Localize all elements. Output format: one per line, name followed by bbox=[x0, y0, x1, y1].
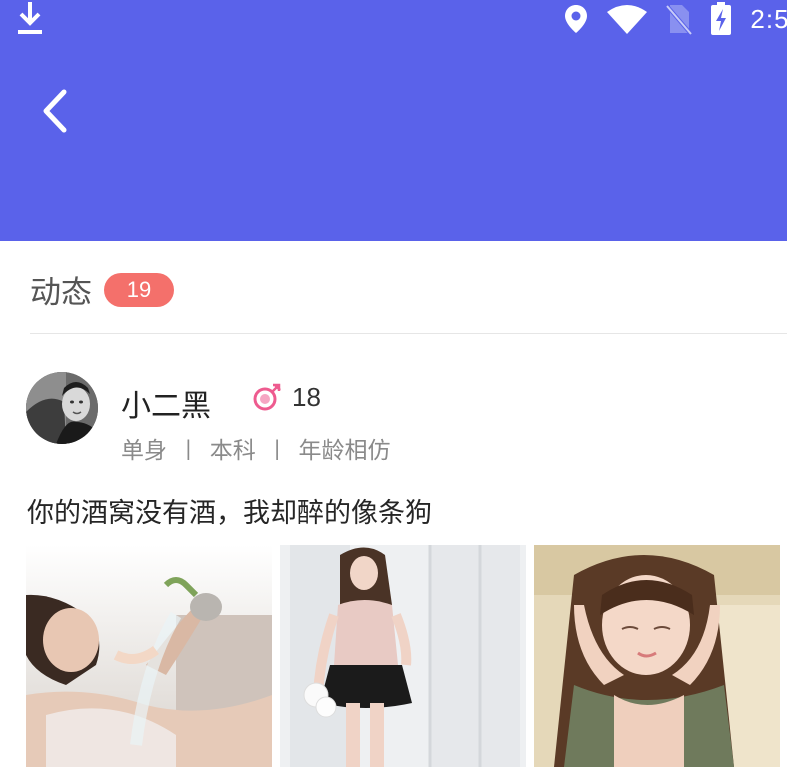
feed-section: 动态 19 小二黑 18 单身 | 本科 | 年龄相仿 你的酒窝没有酒，我却醉的… bbox=[0, 241, 787, 767]
pink-gender-icon bbox=[253, 383, 281, 411]
photo-woman-hands-face bbox=[534, 545, 780, 767]
chevron-left-icon bbox=[43, 89, 67, 133]
section-title: 动态 bbox=[30, 275, 92, 311]
user-tags: 单身 | 本科 | 年龄相仿 bbox=[121, 431, 391, 465]
status-bar-left bbox=[14, 0, 46, 42]
status-bar-right: 2:50 bbox=[564, 0, 787, 38]
post-photo-2[interactable] bbox=[280, 545, 526, 767]
wifi-icon bbox=[607, 5, 648, 34]
count-badge: 19 bbox=[104, 272, 174, 307]
no-sim-icon bbox=[666, 4, 693, 35]
user-age: 18 bbox=[292, 382, 321, 412]
avatar-image bbox=[26, 372, 98, 444]
post-photo-1[interactable] bbox=[26, 545, 272, 767]
avatar[interactable] bbox=[26, 372, 98, 444]
divider bbox=[30, 333, 787, 334]
tag-age-preference: 年龄相仿 bbox=[298, 438, 391, 464]
location-icon bbox=[565, 5, 588, 33]
back-button[interactable] bbox=[30, 80, 80, 140]
photo-woman-black-skirt bbox=[280, 545, 526, 767]
battery-charging-icon bbox=[711, 2, 732, 35]
tag-separator: | bbox=[185, 436, 192, 460]
post-photo-3[interactable] bbox=[534, 545, 780, 767]
tag-education: 本科 bbox=[209, 438, 256, 464]
tag-marital-status: 单身 bbox=[121, 438, 167, 464]
section-header: 动态 19 bbox=[30, 267, 174, 312]
status-time: 2:50 bbox=[750, 3, 787, 34]
app-header: 2:50 bbox=[0, 0, 787, 241]
download-icon bbox=[18, 2, 42, 34]
user-name[interactable]: 小二黑 bbox=[121, 381, 211, 425]
post-text: 你的酒窝没有酒，我却醉的像条狗 bbox=[27, 498, 432, 529]
tag-separator: | bbox=[273, 436, 281, 460]
photo-woman-shower bbox=[26, 545, 272, 767]
